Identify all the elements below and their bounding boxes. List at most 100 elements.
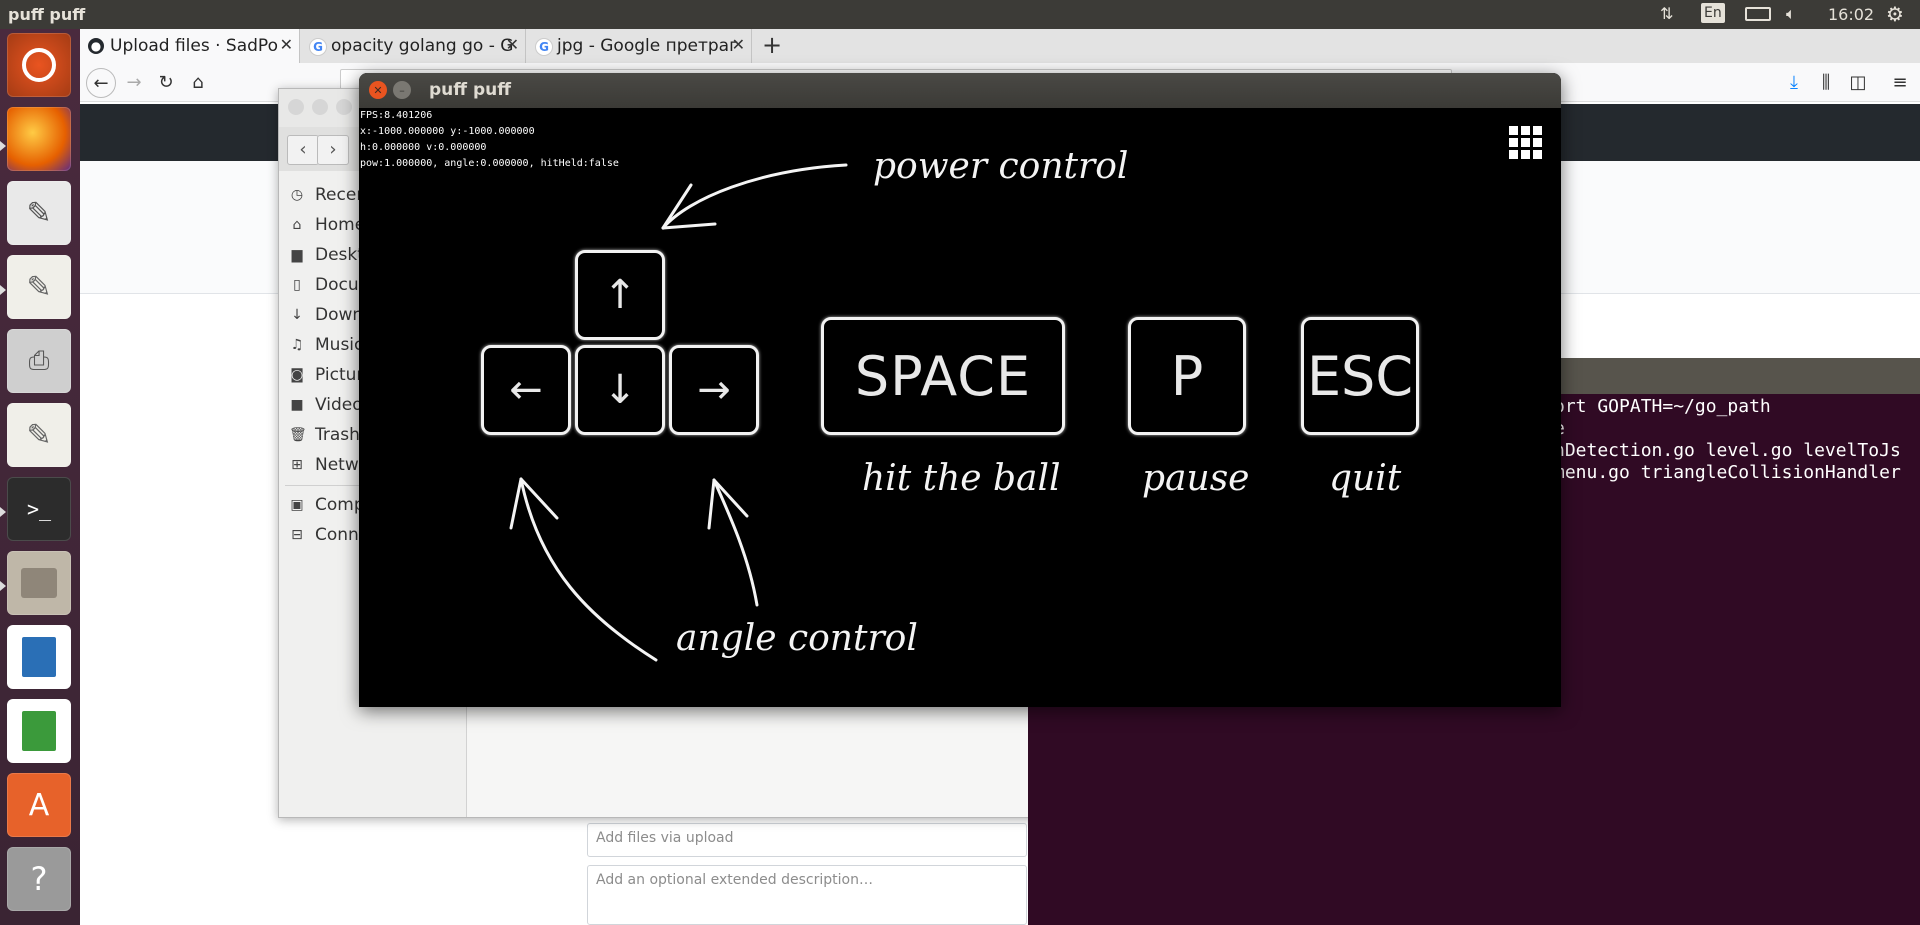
drawer-icon [21, 568, 57, 598]
calc-icon[interactable] [7, 699, 71, 763]
upload-files-input[interactable]: Add files via upload [587, 823, 1027, 857]
sidebar-icon[interactable]: ◫ [1844, 68, 1872, 96]
tab-bar: ● Upload files · SadPo ✕ G opacity golan… [80, 29, 1920, 64]
impress-icon[interactable] [7, 625, 71, 689]
game-window: ✕ – puff puff FPS:8.401206 x:-1000.00000… [359, 73, 1561, 707]
spreadsheet-doc-icon [22, 711, 56, 751]
google-icon: G [309, 38, 327, 56]
home-button[interactable]: ⌂ [184, 68, 212, 96]
tab-upload-files[interactable]: ● Upload files · SadPo ✕ [80, 29, 300, 63]
sidebar-item-trash[interactable]: 🗑︎ Trash [289, 425, 360, 445]
angle-arrow-left-shaft [519, 477, 658, 662]
tab-close-icon[interactable]: ✕ [506, 35, 519, 54]
minimize-icon[interactable] [312, 99, 328, 115]
reload-button[interactable]: ↻ [152, 68, 180, 96]
home-icon: ⌂ [292, 217, 302, 233]
tab-opacity-golang[interactable]: G opacity golang go - G ✕ [301, 29, 526, 63]
running-indicator [0, 581, 6, 591]
close-icon[interactable] [288, 99, 304, 115]
sidebar-item-pictures[interactable]: ◙ Pictur [289, 365, 363, 385]
key-left: ← [481, 345, 571, 435]
keyboard-layout-indicator[interactable]: En [1701, 3, 1725, 23]
tab-label: jpg - Google претраг [557, 36, 739, 56]
terminal-line: nDetection.go level.go levelToJs [1554, 440, 1901, 461]
software-center-icon[interactable]: A [7, 773, 71, 837]
scanner-icon[interactable]: ⎙ [7, 329, 71, 393]
game-canvas[interactable]: FPS:8.401206 x:-1000.000000 y:-1000.0000… [359, 108, 1561, 707]
running-indicator [0, 285, 6, 295]
help-icon[interactable]: ? [7, 847, 71, 911]
firefox-icon[interactable] [7, 107, 71, 171]
music-icon: ♫ [290, 337, 304, 353]
ubuntu-logo-icon [22, 48, 56, 82]
sidebar-item-desktop[interactable]: ▆ Deskt [289, 245, 364, 265]
menu-hamburger-icon[interactable]: ≡ [1886, 68, 1914, 96]
network-icon: ⊞ [291, 457, 303, 473]
sidebar-item-documents[interactable]: ▯ Docu [289, 275, 358, 295]
back-button[interactable]: ← [86, 68, 116, 98]
shopping-bag-icon: A [28, 787, 50, 823]
sidebar-item-computer[interactable]: ▣ Comp [289, 495, 364, 515]
text-editor-icon[interactable]: ✎ [7, 181, 71, 245]
folder-icon: ▆ [291, 247, 303, 263]
clock-icon: ◷ [290, 187, 304, 203]
notes-icon[interactable]: ✎ [7, 255, 71, 319]
sidebar-item-recent[interactable]: ◷ Recen [289, 185, 367, 205]
tab-close-icon[interactable]: ✕ [732, 35, 745, 54]
active-window-title: puff puff [8, 5, 86, 24]
label-angle-control: angle control [676, 618, 918, 659]
downloads-icon[interactable]: ⤓ [1780, 68, 1808, 96]
maximize-icon[interactable] [336, 99, 352, 115]
sidebar-item-videos[interactable]: ■ Video [289, 395, 362, 415]
pencil-icon: ✎ [26, 269, 52, 305]
forward-button[interactable]: → [120, 68, 148, 96]
tab-close-icon[interactable]: ✕ [280, 35, 293, 54]
minimize-icon[interactable]: – [393, 81, 411, 99]
extended-description-textarea[interactable]: Add an optional extended description… [587, 865, 1027, 925]
power-arrow-shaft [661, 163, 848, 230]
library-icon[interactable]: ⫼ [1812, 68, 1840, 96]
sidebar-item-network[interactable]: ⊞ Netw [289, 455, 359, 475]
camera-icon: ◙ [290, 367, 304, 383]
volume-icon[interactable]: 🔈︎ [1786, 4, 1796, 25]
key-p: P [1128, 317, 1246, 435]
download-icon: ↓ [291, 307, 303, 323]
google-icon: G [535, 38, 553, 56]
ubuntu-icon[interactable] [7, 33, 71, 97]
new-tab-button[interactable]: + [762, 31, 782, 59]
server-icon: ⊟ [291, 527, 303, 543]
game-window-title: puff puff [429, 80, 512, 100]
key-esc: ESC [1301, 317, 1419, 435]
back-button[interactable]: ‹ [287, 135, 319, 165]
question-mark-icon: ? [30, 860, 48, 898]
prompt-icon: >_ [26, 497, 52, 521]
angle-arrow-right-head [707, 478, 749, 530]
label-quit: quit [1329, 458, 1402, 499]
terminal-icon[interactable]: >_ [7, 477, 71, 541]
terminal-line: ort GOPATH=~/go_path [1554, 396, 1771, 417]
clock[interactable]: 16:02 [1828, 5, 1874, 26]
github-icon: ● [88, 38, 104, 54]
running-indicator [0, 507, 6, 517]
key-down: ↓ [575, 345, 665, 435]
document-icon: ▯ [293, 277, 301, 293]
writer-icon[interactable]: ✎ [7, 403, 71, 467]
unity-launcher: ✎ ✎ ⎙ ✎ >_ A ? [0, 29, 80, 925]
files-icon[interactable] [7, 551, 71, 615]
tab-label: opacity golang go - G [331, 36, 514, 56]
pencil-icon: ✎ [26, 417, 52, 453]
sidebar-item-connect-server[interactable]: ⊟ Conn [289, 525, 359, 545]
network-transfer-icon[interactable]: ⇅ [1660, 4, 1673, 25]
tab-label: Upload files · SadPo [110, 36, 278, 56]
system-menu-gear-icon[interactable]: ⚙ [1886, 2, 1904, 26]
label-hit-the-ball: hit the ball [862, 458, 1061, 499]
label-power-control: power control [873, 146, 1129, 187]
sidebar-item-home[interactable]: ⌂ Home [289, 215, 366, 235]
battery-icon[interactable] [1745, 7, 1771, 21]
forward-button[interactable]: › [317, 135, 349, 165]
pencil-icon: ✎ [26, 195, 52, 231]
tab-jpg-google[interactable]: G jpg - Google претраг ✕ [527, 29, 752, 63]
sidebar-item-downloads[interactable]: ↓ Down [289, 305, 363, 325]
sidebar-item-music[interactable]: ♫ Music [289, 335, 364, 355]
close-icon[interactable]: ✕ [369, 81, 387, 99]
